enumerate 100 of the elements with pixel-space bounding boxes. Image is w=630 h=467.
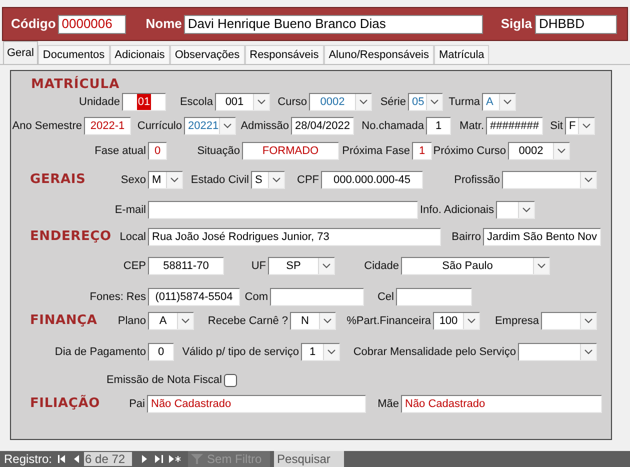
dropdown[interactable]: S [251, 171, 285, 189]
previous-record-icon[interactable] [74, 455, 80, 463]
field-label: Válido p/ tipo de serviço [182, 344, 299, 360]
field-label: CPF [297, 172, 319, 188]
section-title: FILIAÇÃO [30, 396, 100, 412]
input-field[interactable]: DHBBD [534, 14, 617, 34]
input-field[interactable]: FORMADO [242, 142, 339, 160]
dropdown-button[interactable] [518, 202, 534, 218]
input-field[interactable]: 01 [122, 93, 166, 111]
input-field[interactable]: 1 [426, 117, 451, 135]
input-field[interactable]: Rua João José Rodrigues Junior, 73 [148, 228, 441, 246]
dropdown[interactable]: A [482, 93, 516, 111]
dropdown[interactable]: 0002 [508, 142, 570, 160]
dropdown[interactable]: N [290, 312, 336, 330]
dropdown[interactable]: 100 [433, 312, 480, 330]
new-record-icon[interactable] [169, 455, 182, 463]
dropdown-button[interactable] [319, 313, 335, 329]
input-field[interactable]: ######## [486, 117, 543, 135]
input-field[interactable]: 000.000.000-45 [321, 171, 423, 189]
input-field[interactable]: Jardim São Bento Nov [483, 228, 601, 246]
input-field[interactable] [396, 288, 472, 306]
dropdown[interactable] [502, 171, 597, 189]
chevron-down-icon [257, 99, 266, 105]
input-field[interactable]: (011)5874-5504 [148, 288, 240, 306]
field-value: 1 [309, 344, 316, 360]
input-field[interactable]: 58811-70 [148, 257, 224, 275]
dropdown[interactable]: SP [268, 257, 335, 275]
field-label: Emissão de Nota Fiscal [106, 372, 222, 388]
tab[interactable]: Adicionais [110, 45, 170, 64]
tab[interactable]: Responsáveis [244, 45, 324, 64]
dropdown[interactable]: 20221 [184, 117, 236, 135]
dropdown-button[interactable] [553, 143, 569, 159]
dropdown-button[interactable] [166, 172, 182, 188]
input-field[interactable]: Não Cadastrado [401, 395, 602, 413]
chevron-down-icon [359, 99, 368, 105]
next-record-icon[interactable] [142, 455, 148, 463]
input-field[interactable]: 2022-1 [84, 117, 131, 135]
checkbox[interactable] [224, 374, 237, 386]
dropdown[interactable]: São Paulo [401, 257, 550, 275]
chevron-down-icon [584, 177, 593, 183]
field-value: SP [286, 258, 301, 274]
field-value: (011)5874-5504 [155, 290, 233, 305]
field-label: No.chamada [362, 118, 424, 134]
chevron-down-icon [223, 123, 232, 129]
dropdown-button[interactable] [578, 118, 594, 134]
dropdown-button[interactable] [355, 94, 371, 110]
last-record-icon[interactable] [155, 455, 164, 463]
dropdown[interactable]: 05 [408, 93, 443, 111]
field-label: Sigla [500, 15, 532, 34]
field-value: F [569, 118, 576, 134]
dropdown-button[interactable] [323, 344, 339, 360]
dropdown-button[interactable] [580, 344, 596, 360]
dropdown-button[interactable] [533, 258, 549, 274]
field-label: Bairro [452, 230, 481, 245]
field-label: Local [120, 230, 146, 245]
field-label: Escola [180, 94, 213, 110]
tab[interactable]: Observações [170, 45, 245, 64]
tab[interactable]: Documentos [38, 45, 110, 64]
dropdown-button[interactable] [177, 313, 193, 329]
field-label: Cidade [364, 258, 399, 274]
field-value: 1 [418, 144, 426, 159]
input-field[interactable]: Não Cadastrado [147, 395, 366, 413]
chevron-down-icon [170, 177, 179, 183]
tab[interactable]: Matrícula [434, 45, 490, 64]
dropdown[interactable]: M [148, 171, 183, 189]
dropdown[interactable]: 1 [301, 343, 340, 361]
dropdown-button[interactable] [499, 94, 515, 110]
dropdown-button[interactable] [580, 313, 596, 329]
input-field[interactable]: 0 [148, 343, 174, 361]
first-record-icon[interactable] [58, 455, 66, 463]
dropdown[interactable]: A [148, 312, 194, 330]
field-value: Não Cadastrado [405, 396, 486, 412]
search-field[interactable]: Pesquisar [274, 451, 344, 467]
input-field[interactable]: Davi Henrique Bueno Branco Dias [184, 14, 483, 34]
field-label: Estado Civil [190, 172, 249, 188]
dropdown[interactable] [496, 201, 535, 219]
tab[interactable]: Aluno/Responsáveis [324, 45, 434, 64]
input-field[interactable]: 0 [148, 142, 167, 160]
input-field[interactable]: 28/04/2022 [291, 117, 354, 135]
dropdown-button[interactable] [219, 118, 235, 134]
input-field[interactable] [270, 288, 364, 306]
dropdown-button[interactable] [463, 313, 479, 329]
field-value: Jardim São Bento Nov [487, 230, 598, 245]
dropdown[interactable]: 0002 [309, 93, 372, 111]
dropdown-button[interactable] [318, 258, 334, 274]
input-field[interactable]: 0000006 [58, 14, 126, 34]
dropdown[interactable] [518, 343, 597, 361]
input-field[interactable]: 1 [412, 142, 432, 160]
tab[interactable]: Geral [3, 41, 38, 64]
dropdown-button[interactable] [253, 94, 269, 110]
dropdown[interactable] [541, 312, 597, 330]
dropdown-button[interactable] [426, 94, 442, 110]
dropdown-button[interactable] [268, 172, 284, 188]
dropdown[interactable]: 001 [215, 93, 270, 111]
dropdown-button[interactable] [580, 172, 596, 188]
dropdown[interactable]: F [565, 117, 595, 135]
record-position[interactable]: 6 de 72 [84, 452, 132, 466]
input-field[interactable] [148, 201, 418, 219]
field-value: 28/04/2022 [294, 118, 350, 134]
field-value: 20221 [188, 118, 219, 134]
